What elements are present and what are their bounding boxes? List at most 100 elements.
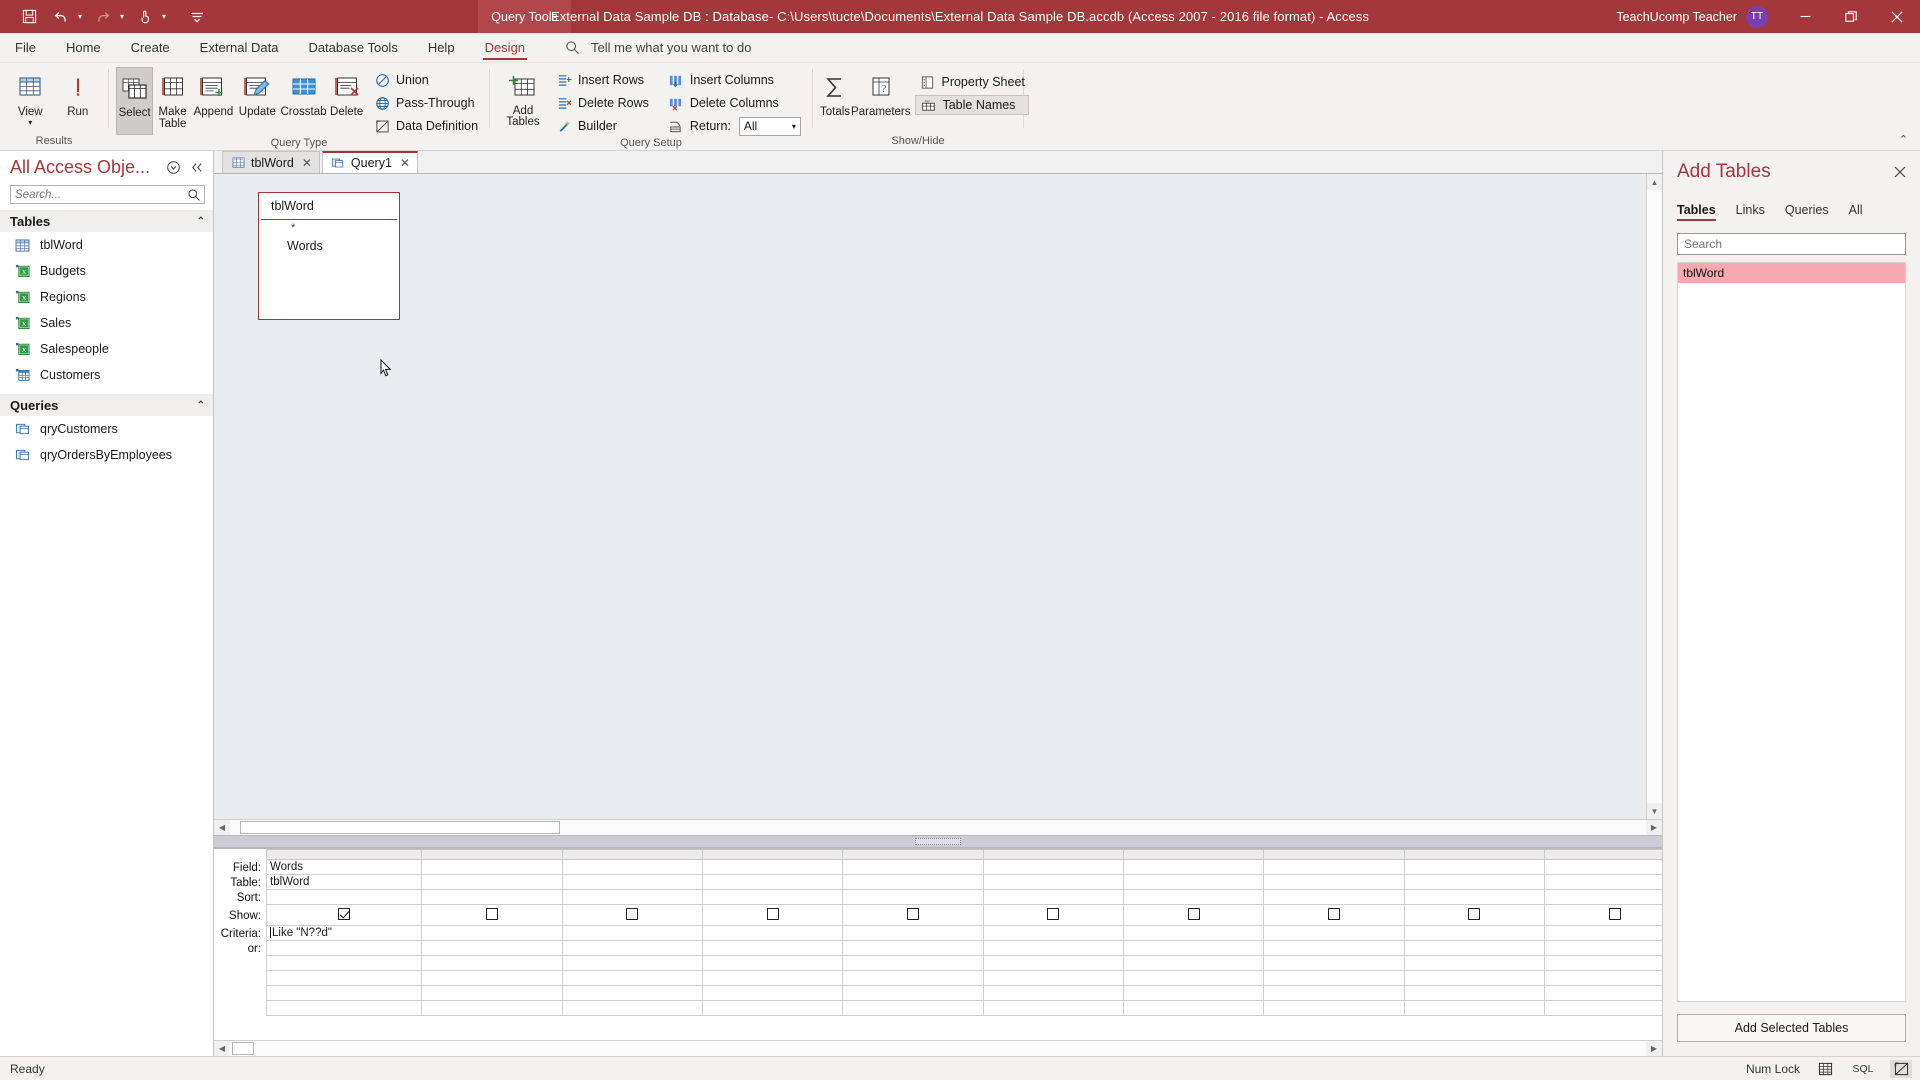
tab-help[interactable]: Help (413, 33, 470, 62)
qbe-cell-sort[interactable] (1543, 889, 1662, 905)
qbe-cell-sort[interactable] (561, 889, 703, 905)
nav-item-qryordersbyemployees[interactable]: qryOrdersByEmployees (0, 442, 213, 468)
qbe-empty-cell[interactable] (1543, 1000, 1662, 1016)
select-query-button[interactable]: Select (116, 67, 154, 135)
show-checkbox[interactable] (1187, 907, 1200, 920)
qbe-cell-field[interactable] (982, 859, 1124, 875)
qbe-empty-cell[interactable] (561, 970, 703, 986)
qbe-cell-sort[interactable] (1263, 889, 1405, 905)
scroll-left-icon[interactable]: ◀ (214, 820, 230, 835)
delete-columns-button[interactable]: Delete Columns (664, 93, 805, 113)
qbe-empty-cell[interactable] (701, 985, 844, 1001)
qbe-cell-table[interactable] (1122, 874, 1265, 890)
qbe-empty-cell[interactable] (842, 985, 984, 1001)
qbe-show-checkbox-cell[interactable] (701, 904, 844, 926)
qbe-show-checkbox-cell[interactable] (266, 904, 423, 926)
qbe-cell-table[interactable] (842, 874, 984, 890)
qbe-column-selector[interactable] (1263, 849, 1405, 860)
qbe-empty-cell[interactable] (1122, 985, 1265, 1001)
qbe-column-selector[interactable] (842, 849, 984, 860)
update-query-button[interactable]: Update (236, 67, 279, 118)
qbe-cell-table[interactable] (1543, 874, 1662, 890)
show-checkbox[interactable] (1468, 907, 1481, 920)
qbe-empty-cell[interactable] (561, 985, 703, 1001)
qbe-cell-criteria[interactable] (701, 925, 844, 941)
qbe-empty-cell[interactable] (1263, 1000, 1405, 1016)
nav-group-tables[interactable]: Tables ⌃ (0, 210, 213, 232)
tab-file[interactable]: File (0, 33, 51, 62)
design-horizontal-scrollbar[interactable]: ◀ ▶ (214, 819, 1662, 835)
qbe-empty-cell[interactable] (842, 955, 984, 971)
qbe-columns-wrapper[interactable]: Words tblWord Like "N??d" (266, 849, 1662, 1040)
navigation-pane-menu-icon[interactable] (165, 159, 182, 176)
qbe-empty-cell[interactable] (1543, 955, 1662, 971)
qbe-column-selector[interactable] (701, 849, 844, 860)
show-checkbox[interactable] (1327, 907, 1340, 920)
show-checkbox[interactable] (906, 907, 919, 920)
document-tab-tblword[interactable]: tblWord ✕ (222, 151, 320, 173)
table-field-list-tblword[interactable]: tblWord * Words (258, 192, 400, 320)
qbe-cell-table[interactable] (982, 874, 1124, 890)
navigation-search-box[interactable] (10, 185, 205, 204)
qbe-cell-field[interactable] (421, 859, 563, 875)
delete-query-button[interactable]: Delete (328, 67, 365, 118)
scroll-up-icon[interactable]: ▲ (1647, 174, 1662, 190)
qbe-empty-cell[interactable] (1263, 985, 1405, 1001)
builder-button[interactable]: Builder (552, 116, 653, 136)
qbe-cell-field[interactable] (561, 859, 703, 875)
qbe-cell-sort[interactable] (421, 889, 563, 905)
tell-me-search[interactable]: Tell me what you want to do (540, 33, 751, 62)
qbe-empty-cell[interactable] (266, 1000, 423, 1016)
qbe-show-checkbox-cell[interactable] (1122, 904, 1265, 926)
design-vertical-scrollbar[interactable]: ▲ ▼ (1646, 174, 1662, 819)
qbe-column-selector[interactable] (1543, 849, 1662, 860)
view-button[interactable]: View ▾ (7, 67, 54, 127)
qbe-cell-table[interactable] (1263, 874, 1405, 890)
nav-item-tblword[interactable]: tblWord (0, 232, 213, 258)
undo-icon[interactable] (46, 4, 76, 30)
scroll-right-icon[interactable]: ▶ (1646, 820, 1662, 835)
qbe-cell-criteria[interactable] (1543, 925, 1662, 941)
pass-through-query-button[interactable]: Pass-Through (370, 93, 482, 113)
qbe-cell-or[interactable] (266, 940, 423, 956)
search-input[interactable] (1678, 237, 1905, 251)
qbe-cell-table[interactable] (1403, 874, 1545, 890)
qbe-empty-cell[interactable] (1543, 970, 1662, 986)
crosstab-query-button[interactable]: Crosstab (280, 67, 327, 118)
minimize-button[interactable] (1782, 0, 1828, 33)
list-item[interactable]: tblWord (1678, 263, 1905, 283)
qbe-empty-cell[interactable] (1543, 985, 1662, 1001)
qbe-cell-field[interactable] (1403, 859, 1545, 875)
qbe-horizontal-scrollbar[interactable]: ◀ ▶ (214, 1040, 1662, 1056)
chevron-down-icon[interactable]: ▾ (28, 118, 32, 127)
qbe-show-checkbox-cell[interactable] (561, 904, 703, 926)
qbe-cell-or[interactable] (701, 940, 844, 956)
nav-group-queries[interactable]: Queries ⌃ (0, 394, 213, 416)
close-button[interactable] (1874, 0, 1920, 33)
qbe-cell-sort[interactable] (701, 889, 844, 905)
tab-all[interactable]: All (1849, 203, 1863, 221)
touch-mode-icon[interactable] (130, 4, 160, 30)
show-checkbox[interactable] (766, 907, 779, 920)
qbe-empty-cell[interactable] (1122, 970, 1265, 986)
qbe-empty-cell[interactable] (1263, 970, 1405, 986)
search-input[interactable] (11, 188, 184, 201)
qbe-empty-cell[interactable] (701, 955, 844, 971)
qbe-empty-cell[interactable] (421, 970, 563, 986)
qbe-show-checkbox-cell[interactable] (1263, 904, 1405, 926)
qbe-column-selector[interactable] (982, 849, 1124, 860)
table-names-button[interactable]: xyz Table Names (915, 95, 1029, 115)
qbe-cell-or[interactable] (561, 940, 703, 956)
show-checkbox[interactable] (1047, 907, 1060, 920)
qbe-cell-or[interactable] (1122, 940, 1265, 956)
pane-splitter[interactable] (214, 835, 1662, 848)
chevron-up-icon[interactable]: ⌃ (197, 400, 205, 411)
union-query-button[interactable]: Union (370, 70, 482, 90)
qbe-cell-sort[interactable] (266, 889, 423, 905)
tab-tables[interactable]: Tables (1677, 203, 1716, 221)
qbe-cell-criteria[interactable] (982, 925, 1124, 941)
scroll-track[interactable] (230, 820, 1646, 835)
qbe-cell-criteria[interactable] (1122, 925, 1265, 941)
qbe-cell-or[interactable] (842, 940, 984, 956)
show-checkbox[interactable] (338, 907, 351, 920)
